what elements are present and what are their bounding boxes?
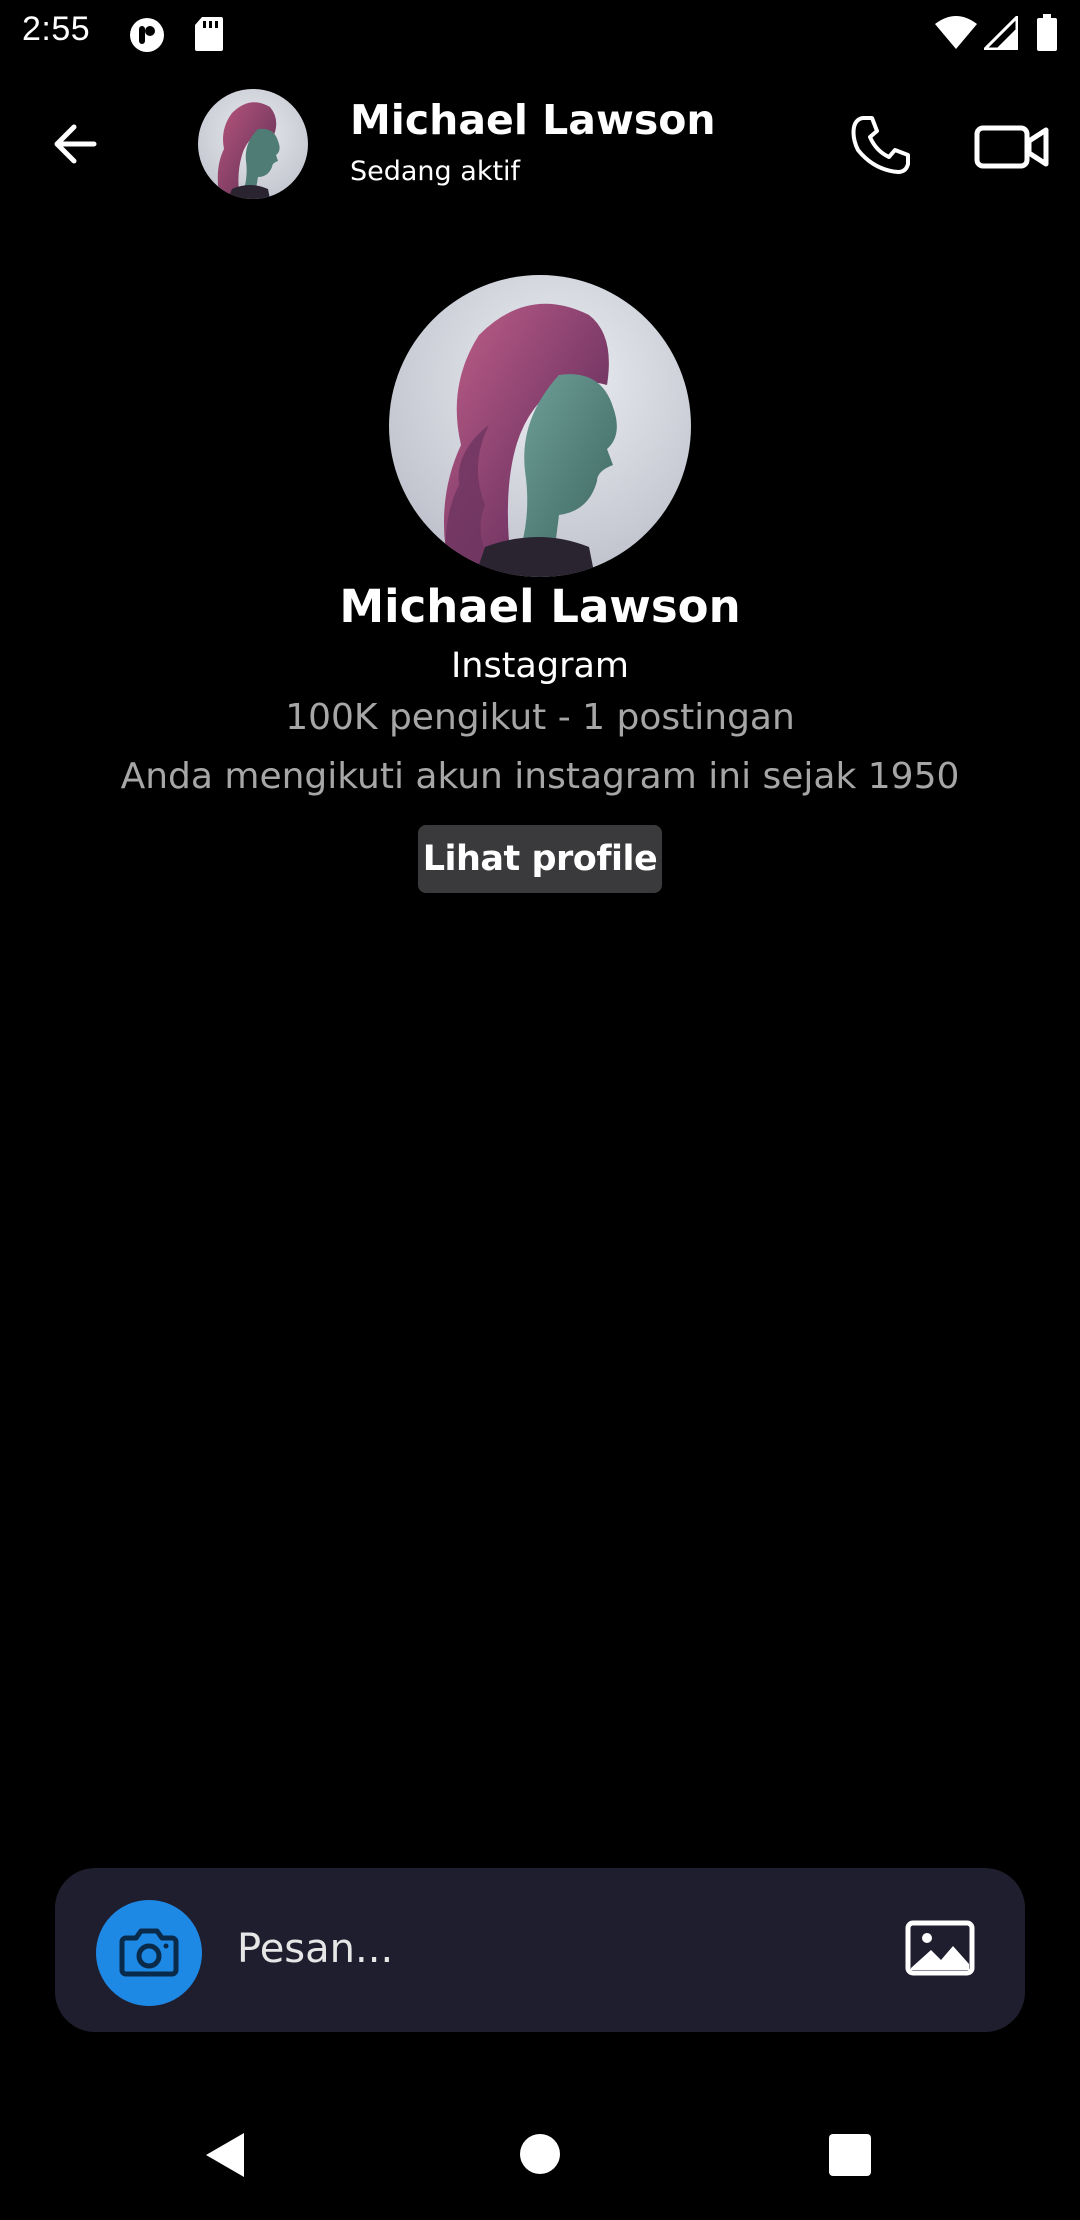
image-gallery-icon <box>905 1920 975 1976</box>
sd-card-icon <box>194 16 224 56</box>
nav-back-button[interactable] <box>200 2130 250 2180</box>
status-time: 2:55 <box>22 10 91 48</box>
camera-icon <box>119 1928 179 1977</box>
profile-name: Michael Lawson <box>339 580 741 633</box>
profile-stats: 100K pengikut - 1 postingan <box>285 697 795 738</box>
chat-header: Michael Lawson Sedang aktif <box>0 64 1080 224</box>
contact-name[interactable]: Michael Lawson <box>350 96 716 144</box>
profile-source: Instagram <box>450 646 630 686</box>
back-arrow-icon <box>54 124 97 164</box>
view-profile-button[interactable]: Lihat profile <box>418 825 662 893</box>
battery-icon <box>1036 14 1058 56</box>
gallery-button[interactable] <box>905 1920 975 1976</box>
system-nav-bar <box>0 2110 1080 2220</box>
message-input[interactable] <box>235 1908 877 1990</box>
follow-info: Anda mengikuti akun instagram ini sejak … <box>120 756 960 797</box>
video-call-button[interactable] <box>974 116 1050 176</box>
signal-icon <box>981 13 1019 54</box>
nav-back-icon <box>206 2133 244 2177</box>
back-button[interactable] <box>44 112 108 176</box>
voice-call-button[interactable] <box>848 112 914 178</box>
contact-avatar[interactable] <box>198 89 308 199</box>
wifi-icon <box>934 16 978 54</box>
message-composer <box>55 1868 1025 2032</box>
status-bar: 2:55 <box>0 0 1080 64</box>
nav-recents-button[interactable] <box>829 2134 871 2176</box>
nav-home-button[interactable] <box>520 2134 560 2174</box>
notification-app-icon <box>128 16 166 58</box>
video-camera-icon <box>974 125 1049 169</box>
camera-button[interactable] <box>96 1900 202 2006</box>
chat-screen: 2:55 Michael Lawson Sedang aktif Michael… <box>0 0 1080 2220</box>
phone-icon <box>851 116 910 174</box>
profile-avatar[interactable] <box>389 275 691 577</box>
active-status: Sedang aktif <box>350 156 521 187</box>
